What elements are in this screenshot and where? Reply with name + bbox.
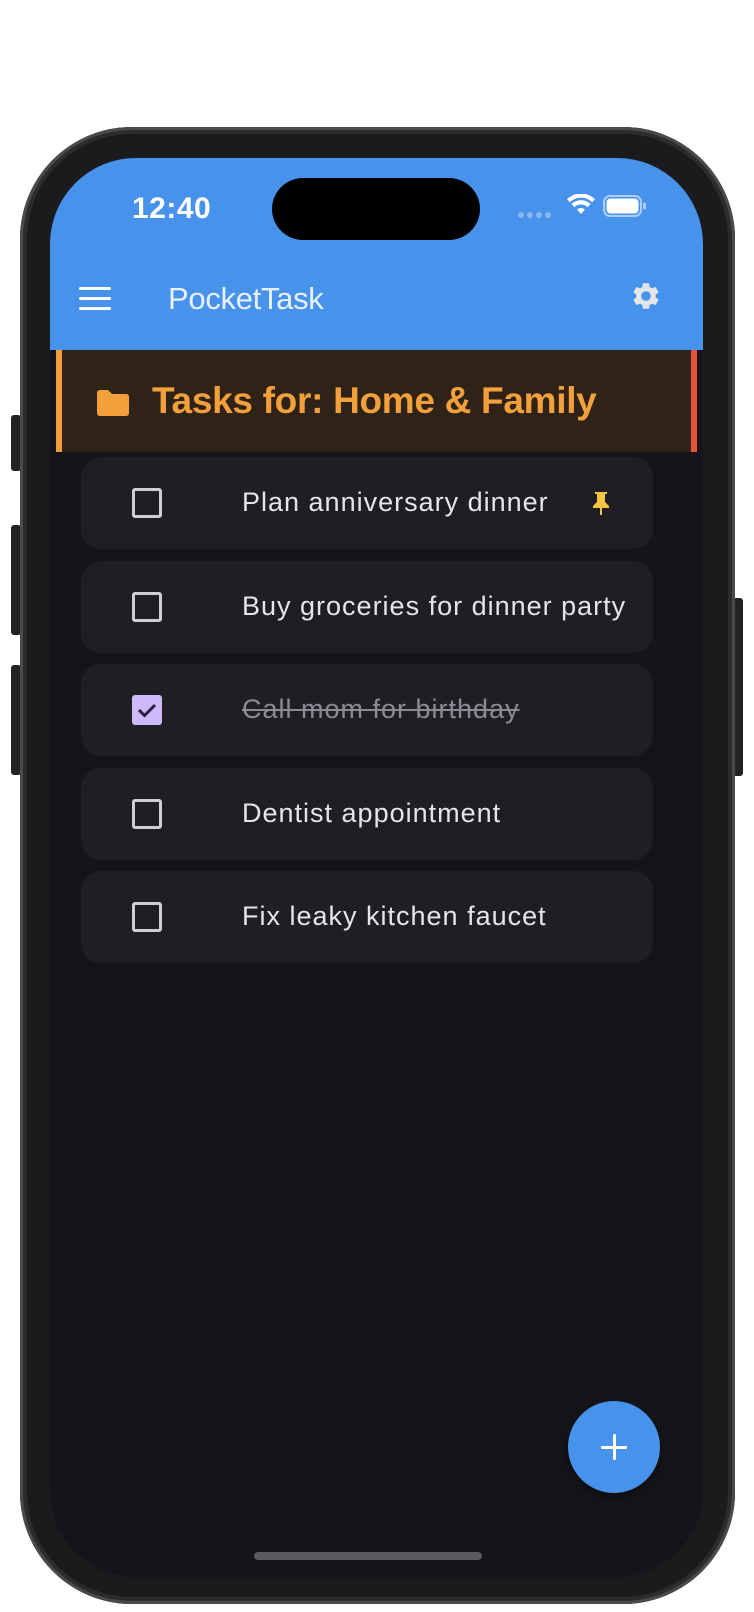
task-checkbox-checked[interactable] — [132, 695, 162, 725]
task-item[interactable]: Fix leaky kitchen faucet — [81, 871, 653, 963]
task-label: Plan anniversary dinner — [242, 487, 549, 517]
category-title: Tasks for: Home & Family — [152, 380, 597, 421]
home-indicator[interactable] — [254, 1552, 482, 1560]
add-task-button[interactable] — [568, 1401, 660, 1493]
task-label: Fix leaky kitchen faucet — [242, 901, 547, 931]
dynamic-island — [272, 178, 480, 240]
plus-icon — [613, 1434, 616, 1460]
task-checkbox[interactable] — [132, 488, 162, 518]
task-label: Call mom for birthday — [242, 694, 520, 724]
battery-icon — [603, 195, 646, 217]
gear-icon[interactable] — [630, 280, 662, 312]
task-item[interactable]: Buy groceries for dinner party — [81, 561, 653, 653]
status-time: 12:40 — [132, 192, 212, 225]
app-title: PocketTask — [168, 281, 324, 316]
app-bar: 12:40 PocketTask — [50, 158, 703, 350]
task-item[interactable]: Plan anniversary dinner — [81, 457, 653, 549]
category-header: Tasks for: Home & Family — [56, 350, 697, 452]
wifi-icon — [567, 194, 595, 214]
task-checkbox[interactable] — [132, 902, 162, 932]
menu-icon[interactable] — [79, 287, 111, 311]
task-checkbox[interactable] — [132, 592, 162, 622]
task-label: Buy groceries for dinner party — [242, 591, 627, 621]
task-item[interactable]: Dentist appointment — [81, 768, 653, 860]
pin-icon[interactable] — [590, 490, 612, 516]
task-label: Dentist appointment — [242, 798, 502, 828]
cellular-signal-icon — [518, 212, 552, 218]
screen: 12:40 PocketTask Tasks for: Home & Famil… — [50, 158, 703, 1577]
folder-icon — [97, 390, 129, 416]
task-checkbox[interactable] — [132, 799, 162, 829]
task-item[interactable]: Call mom for birthday — [81, 664, 653, 756]
checkmark-icon — [137, 703, 157, 718]
